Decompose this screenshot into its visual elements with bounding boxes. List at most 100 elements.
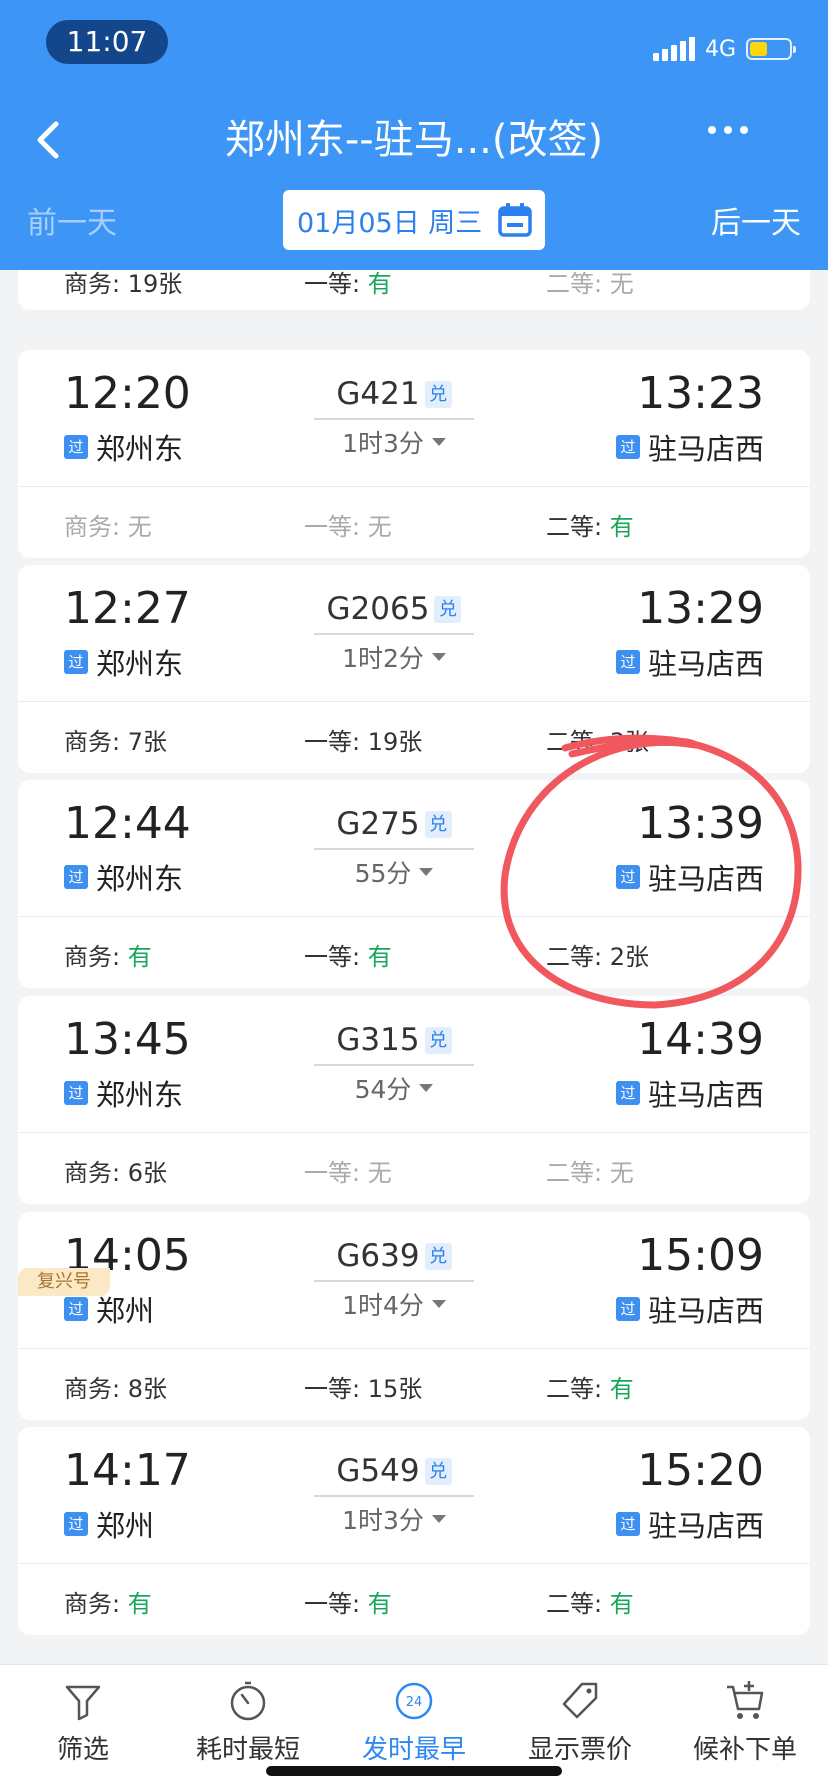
- prev-day-button[interactable]: 前一天: [27, 198, 117, 242]
- page-title: 郑州东--驻马...(改签): [224, 117, 604, 163]
- signal-icon: [652, 37, 695, 61]
- duration-toggle[interactable]: 1时4分: [314, 1286, 474, 1322]
- date-picker[interactable]: 01月05日 周三: [283, 190, 545, 250]
- seat-first-class: 一等: 15张: [304, 1375, 423, 1403]
- departure-station: 过郑州东: [64, 426, 183, 468]
- tab-filter-label: 筛选: [56, 1735, 109, 1765]
- pass-through-badge: 过: [615, 1081, 640, 1105]
- arrival-station-name: 驻马店西: [647, 432, 764, 466]
- departure-station-name: 郑州: [96, 1509, 155, 1543]
- train-card-g549[interactable]: 14:17 过郑州 G549 兑 1时3分 15:20 过驻马店西 商务: 有一等: 有二等:…: [18, 1427, 810, 1635]
- more-dots-icon[interactable]: [708, 126, 748, 134]
- duration-toggle[interactable]: 1时3分: [314, 1501, 474, 1537]
- tab-waitlist-order-label: 候补下单: [692, 1735, 797, 1765]
- seat-first-class: 一等: 有: [304, 943, 392, 971]
- pass-through-badge: 过: [64, 435, 88, 459]
- pass-through-badge: 过: [64, 1512, 88, 1536]
- train-number-block: G549 兑 1时3分: [314, 1453, 474, 1537]
- pass-through-badge: 过: [64, 1081, 88, 1105]
- duration-toggle[interactable]: 1时2分: [314, 639, 474, 675]
- train-card-g315[interactable]: 13:45 过郑州东 G315 兑 54分 14:39 过驻马店西 商务: 6张 一等: 无二等…: [18, 996, 810, 1204]
- back-button[interactable]: [30, 112, 70, 168]
- pass-through-badge: 过: [615, 865, 640, 889]
- tab-shortest-duration[interactable]: 耗时最短: [173, 1679, 323, 1766]
- tab-filter[interactable]: 筛选: [8, 1679, 158, 1766]
- travel-duration: 1时2分: [342, 644, 424, 673]
- seat-second-class: 二等: 2张: [546, 943, 649, 971]
- tab-waitlist-order[interactable]: 候补下单: [670, 1679, 820, 1766]
- departure-station: 过郑州东: [64, 856, 183, 898]
- arrival-station: 过驻马店西: [615, 426, 764, 468]
- duration-toggle[interactable]: 55分: [314, 854, 474, 890]
- exchange-badge: 兑: [424, 1457, 452, 1485]
- departure-station-name: 郑州东: [96, 1078, 184, 1112]
- exchange-badge: 兑: [424, 380, 452, 408]
- svg-text:24: 24: [406, 1695, 423, 1710]
- seat-availability: 商务: 6张 一等: 无 二等: 无: [18, 1133, 810, 1204]
- battery-level: [750, 42, 768, 56]
- travel-duration: 55分: [354, 859, 412, 888]
- exchange-badge: 兑: [424, 810, 452, 838]
- seat-second-class: 二等: 有: [546, 1375, 634, 1403]
- caret-down-icon: [431, 1300, 446, 1308]
- arrival-station: 过驻马店西: [615, 1288, 764, 1330]
- pass-through-badge: 过: [615, 435, 640, 459]
- cart-add-icon: [727, 1681, 764, 1719]
- tab-show-price[interactable]: 显示票价: [505, 1679, 655, 1766]
- seat-business: 商务: 8张: [64, 1375, 167, 1403]
- train-number: G315: [336, 1022, 420, 1058]
- train-card-partial[interactable]: 商务: 19张 一等: 有 二等: 无: [18, 270, 810, 310]
- departure-time: 12:44: [64, 798, 191, 849]
- train-card-g275[interactable]: 12:44 过郑州东 G275 兑 55分 13:39 过驻马店西 商务: 有一等: 有二等:…: [18, 780, 810, 988]
- seat-availability: 商务: 7张 一等: 19张 二等: 3张: [18, 702, 810, 773]
- departure-time: 12:27: [64, 583, 191, 634]
- train-card-g639[interactable]: 14:05 过郑州 G639 兑 1时4分 15:09 过驻马店西 商务: 8张 一等: 15张…: [18, 1212, 810, 1420]
- arrival-station-name: 驻马店西: [647, 1509, 764, 1543]
- train-number-block: G639 兑 1时4分: [314, 1238, 474, 1322]
- next-day-button[interactable]: 后一天: [711, 198, 801, 242]
- pass-through-badge: 过: [64, 650, 88, 674]
- train-number-block: G315 兑 54分: [314, 1022, 474, 1106]
- arrival-station-name: 驻马店西: [647, 1294, 764, 1328]
- exchange-badge: 兑: [424, 1242, 452, 1270]
- route-line: [314, 1495, 474, 1497]
- tab-earliest-departure[interactable]: 24 发时最早: [339, 1679, 489, 1766]
- date-text: 01月05日 周三: [297, 207, 483, 239]
- pass-through-badge: 过: [615, 650, 640, 674]
- caret-down-icon: [431, 1515, 446, 1523]
- duration-toggle[interactable]: 1时3分: [314, 424, 474, 460]
- train-number: G421: [336, 376, 420, 412]
- home-indicator: [266, 1766, 562, 1776]
- train-number: G2065: [326, 591, 430, 627]
- tab-earliest-departure-label: 发时最早: [361, 1735, 466, 1765]
- status-time: 11:07: [46, 20, 168, 64]
- pass-through-badge: 过: [615, 1297, 640, 1321]
- pass-through-badge: 过: [64, 1297, 88, 1321]
- seat-first-class: 一等: 有: [304, 270, 392, 298]
- duration-toggle[interactable]: 54分: [314, 1070, 474, 1106]
- seat-second-class: 二等: 无: [546, 270, 634, 298]
- route-line: [314, 633, 474, 635]
- seat-availability: 商务: 8张 一等: 15张 二等: 有: [18, 1349, 810, 1420]
- seat-first-class: 一等: 19张: [304, 728, 423, 756]
- arrival-station: 过驻马店西: [615, 1072, 764, 1114]
- seat-first-class: 一等: 有: [304, 1590, 392, 1618]
- train-number-block: G2065 兑 1时2分: [314, 591, 474, 675]
- seat-first-class: 一等: 无: [304, 513, 392, 541]
- train-list[interactable]: 商务: 19张 一等: 有 二等: 无 12:20 过郑州东 G421 兑 1时3分 13…: [0, 270, 828, 1664]
- seat-business: 商务: 7张: [64, 728, 167, 756]
- network-type: 4G: [704, 36, 736, 62]
- train-card-g2065[interactable]: 12:27 过郑州东 G2065 兑 1时2分 13:29 过驻马店西 商务: 7张 一等: 1…: [18, 565, 810, 773]
- arrival-time: 13:29: [637, 583, 764, 634]
- arrival-station-name: 驻马店西: [647, 647, 764, 681]
- train-info: 13:45 过郑州东 G315 兑 54分 14:39 过驻马店西: [18, 996, 810, 1132]
- nav-header: 11:07 4G 郑州东--驻马...(改签) 前一天 01月05日 周三 后一…: [0, 0, 828, 270]
- arrival-station: 过驻马店西: [615, 641, 764, 683]
- train-card-g421[interactable]: 12:20 过郑州东 G421 兑 1时3分 13:23 过驻马店西 商务: 无一等: 无二等…: [18, 350, 810, 558]
- exchange-badge: 兑: [434, 595, 462, 623]
- departure-station-name: 郑州东: [96, 862, 184, 896]
- arrival-station: 过驻马店西: [615, 856, 764, 898]
- arrival-time: 15:09: [637, 1230, 764, 1281]
- train-number: G275: [336, 806, 420, 842]
- seat-business: 商务: 无: [64, 513, 152, 541]
